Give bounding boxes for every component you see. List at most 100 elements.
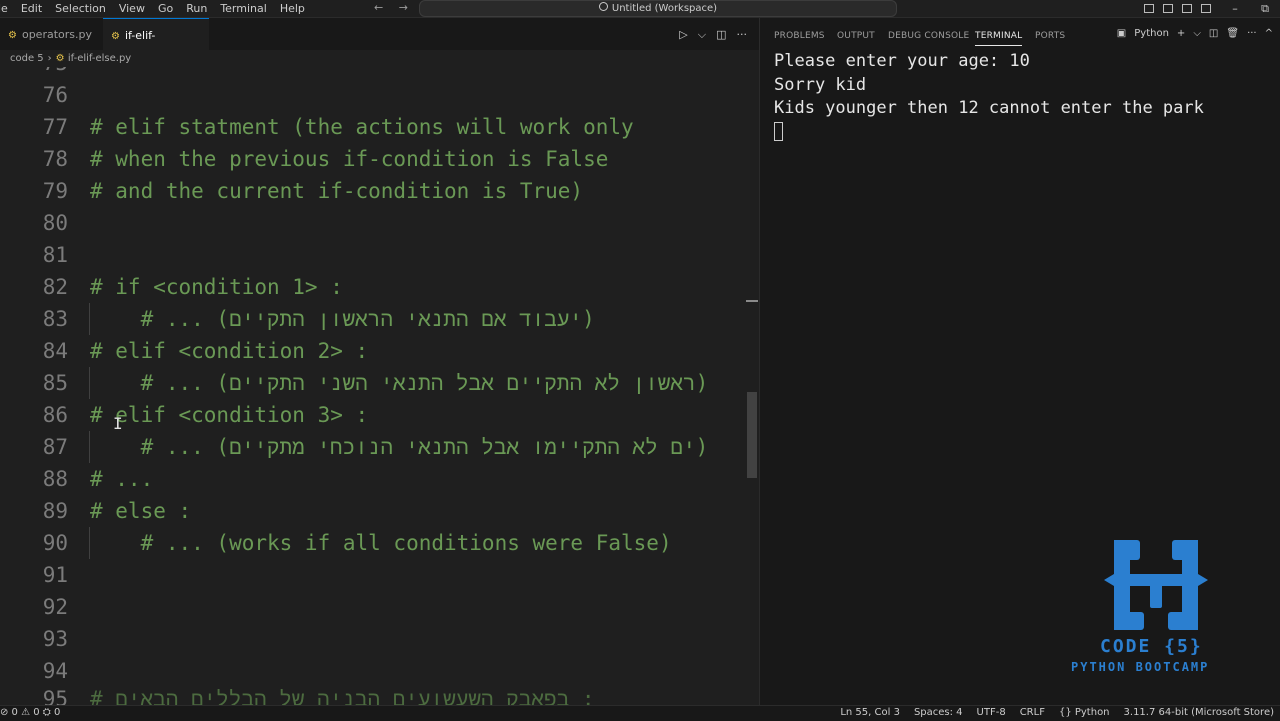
breadcrumb: code 5 › ⚙ if-elif-else.py (0, 50, 759, 67)
terminal-icon: ▣ (1116, 28, 1127, 39)
code-editor[interactable]: 75 76 77 # elif statment (the actions wil… (0, 67, 759, 705)
restore-button[interactable]: ⧉ (1250, 2, 1280, 16)
code-text: # ... (ים לא התקיימו אבל התנאי הנוכחי מת… (90, 435, 709, 459)
chevron-down-icon[interactable]: ⌵ (1193, 28, 1201, 39)
chevron-right-icon: › (47, 53, 52, 64)
split-editor-icon[interactable]: ◫ (716, 28, 726, 42)
minimize-button[interactable]: – (1220, 2, 1250, 15)
code-line: 93 (0, 623, 759, 655)
cursor-position[interactable]: Ln 55, Col 3 (840, 706, 900, 720)
chevron-down-icon[interactable]: ⌵ (698, 28, 706, 42)
window-controls: – ⧉ (1144, 0, 1280, 17)
code-line: 83 # ... (יעבוד אם התנאי הראשון התקיים) (0, 303, 759, 335)
line-number: 82 (42, 275, 68, 299)
menu-run[interactable]: Run (180, 1, 214, 16)
title-bar: le Edit Selection View Go Run Terminal H… (0, 0, 1280, 18)
toggle-primary-sidebar-icon[interactable] (1144, 4, 1154, 13)
menu-help[interactable]: Help (274, 1, 312, 16)
toggle-panel-icon[interactable] (1163, 4, 1173, 13)
menu-edit[interactable]: Edit (15, 1, 49, 16)
line-number: 93 (42, 627, 68, 651)
code-line: 88 # ... (0, 463, 759, 495)
line-number: 85 (42, 371, 68, 395)
tab-debug-console[interactable]: DEBUG CONSOLE (888, 31, 969, 41)
tab-if-elif-else[interactable]: ⚙if-elif-else.py✕ (103, 18, 209, 77)
line-number: 87 (42, 435, 68, 459)
line-number: 84 (42, 339, 68, 363)
line-number: 95 (42, 687, 68, 705)
line-number: 81 (42, 243, 68, 267)
code-line: 80 (0, 207, 759, 239)
code-text: # elif <condition 3> : (90, 403, 369, 427)
braces-icon: {} (1058, 707, 1075, 718)
code-text: # elif statment (the actions will work o… (90, 115, 634, 139)
trash-icon[interactable]: 🗑 (1226, 28, 1239, 39)
scrollbar-marker (746, 300, 758, 302)
customize-layout-icon[interactable] (1201, 4, 1211, 13)
python-interpreter[interactable]: 3.11.7 64-bit (Microsoft Store) (1124, 706, 1274, 720)
terminal-shell-label[interactable]: Python (1134, 28, 1169, 39)
code-text: # ... (יעבוד אם התנאי הראשון התקיים) (90, 307, 595, 331)
editor-scrollbar[interactable] (746, 67, 758, 705)
code-line: 79 # and the current if-condition is True… (0, 175, 759, 207)
menu-selection[interactable]: Selection (49, 1, 113, 16)
more-actions-icon[interactable]: ··· (737, 28, 748, 42)
tab-output[interactable]: OUTPUT (837, 31, 875, 41)
encoding[interactable]: UTF-8 (977, 706, 1006, 720)
breadcrumb-folder[interactable]: code 5 (10, 53, 44, 64)
search-icon (598, 2, 608, 11)
logo-subtitle: PYTHON BOOTCAMP (1071, 660, 1210, 674)
code-text: # ... (works if all conditions were Fals… (90, 531, 672, 555)
breadcrumb-file[interactable]: if-elif-else.py (68, 53, 131, 64)
forward-arrow-icon[interactable]: → (399, 1, 408, 14)
code-line: 75 (0, 67, 759, 79)
line-number: 75 (0, 67, 68, 79)
language-mode[interactable]: {} Python (1059, 706, 1110, 720)
mouse-cursor-icon: I (113, 414, 123, 433)
tab-ports[interactable]: PORTS (1035, 31, 1065, 41)
toggle-secondary-sidebar-icon[interactable] (1182, 4, 1192, 13)
maximize-panel-icon[interactable]: ^ (1265, 28, 1273, 39)
back-arrow-icon[interactable]: ← (374, 1, 383, 14)
menu-terminal[interactable]: Terminal (214, 1, 274, 16)
more-actions-icon[interactable]: ··· (1247, 28, 1257, 39)
code-text: # and the current if-condition is True) (90, 179, 584, 203)
command-center[interactable]: Untitled (Workspace) (419, 0, 897, 17)
terminal-prompt (774, 121, 1274, 145)
code-line: 89 # else : (0, 495, 759, 527)
line-number: 91 (42, 563, 68, 587)
terminal-output[interactable]: Please enter your age: 10 Sorry kid Kids y… (774, 50, 1274, 144)
code-line: 95 # בפאבק השעשועים הבניה של הבללים הבאים… (0, 683, 759, 705)
menu-go[interactable]: Go (152, 1, 180, 16)
code-text: # elif <condition 2> : (90, 339, 369, 363)
status-right: Ln 55, Col 3 Spaces: 4 UTF-8 CRLF {} Pyt… (840, 706, 1274, 720)
terminal-cursor (774, 122, 783, 141)
split-terminal-icon[interactable]: ◫ (1209, 28, 1218, 39)
line-number: 86 (42, 403, 68, 427)
tab-operators[interactable]: ⚙ operators.py (0, 18, 103, 50)
python-file-icon: ⚙ (55, 53, 68, 64)
problems-status[interactable]: ⊘ 0 ⚠ 0 ⛭ 0 (0, 706, 60, 720)
tab-label: operators.py (21, 28, 92, 41)
line-number: 92 (42, 595, 68, 619)
code-line: 92 (0, 591, 759, 623)
line-number: 77 (42, 115, 68, 139)
line-number: 78 (42, 147, 68, 171)
code-line: 85 # ... (ראשון לא התקיים אבל התנאי השני… (0, 367, 759, 399)
add-terminal-icon[interactable]: + (1177, 28, 1185, 39)
run-icon[interactable]: ▷ (679, 28, 687, 42)
indentation[interactable]: Spaces: 4 (914, 706, 963, 720)
line-number: 90 (42, 531, 68, 555)
tab-problems[interactable]: PROBLEMS (774, 31, 825, 41)
menu-file[interactable]: le (0, 1, 15, 16)
tab-terminal[interactable]: TERMINAL (975, 31, 1023, 46)
scrollbar-thumb[interactable] (747, 392, 757, 478)
terminal-line: Kids younger then 12 cannot enter the pa… (774, 98, 1204, 118)
code-text: # ... (ראשון לא התקיים אבל התנאי השני הת… (90, 371, 709, 395)
line-number: 76 (42, 83, 68, 107)
end-of-line[interactable]: CRLF (1020, 706, 1045, 720)
code-line: 78 # when the previous if-condition is Fa… (0, 143, 759, 175)
menu-view[interactable]: View (113, 1, 152, 16)
code-line: 84 # elif <condition 2> : (0, 335, 759, 367)
panel-actions: ▣ Python + ⌵ ◫ 🗑 ··· ^ (1117, 28, 1273, 39)
